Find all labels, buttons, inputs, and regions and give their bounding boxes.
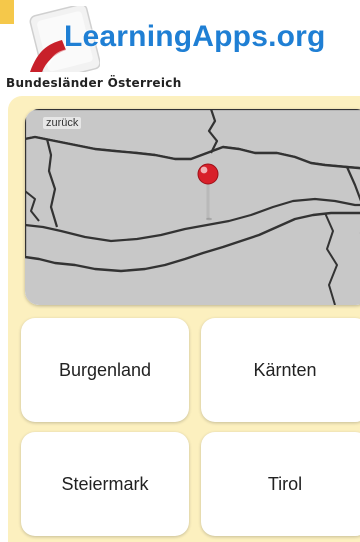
answer-tile-kaernten[interactable]: Kärnten (201, 318, 360, 422)
answer-tile-steiermark[interactable]: Steiermark (21, 432, 189, 536)
answer-tile-tirol[interactable]: Tirol (201, 432, 360, 536)
app-container: zurück Burgenland Kärnten Steiermark Tir… (8, 96, 360, 542)
header-accent (0, 0, 14, 24)
map-card: zurück (25, 109, 360, 305)
answer-label: Tirol (267, 473, 303, 494)
page-title: Bundesländer Österreich (6, 76, 182, 90)
answer-label: Burgenland (58, 359, 152, 380)
brand-title[interactable]: LearningApps.org (64, 20, 326, 54)
back-button[interactable]: zurück (43, 117, 82, 129)
answer-tile-burgenland[interactable]: Burgenland (21, 318, 189, 422)
map-canvas (25, 109, 360, 305)
site-header: LearningApps.org (0, 0, 360, 72)
answer-label: Steiermark (61, 473, 149, 494)
answer-label: Kärnten (253, 359, 317, 380)
